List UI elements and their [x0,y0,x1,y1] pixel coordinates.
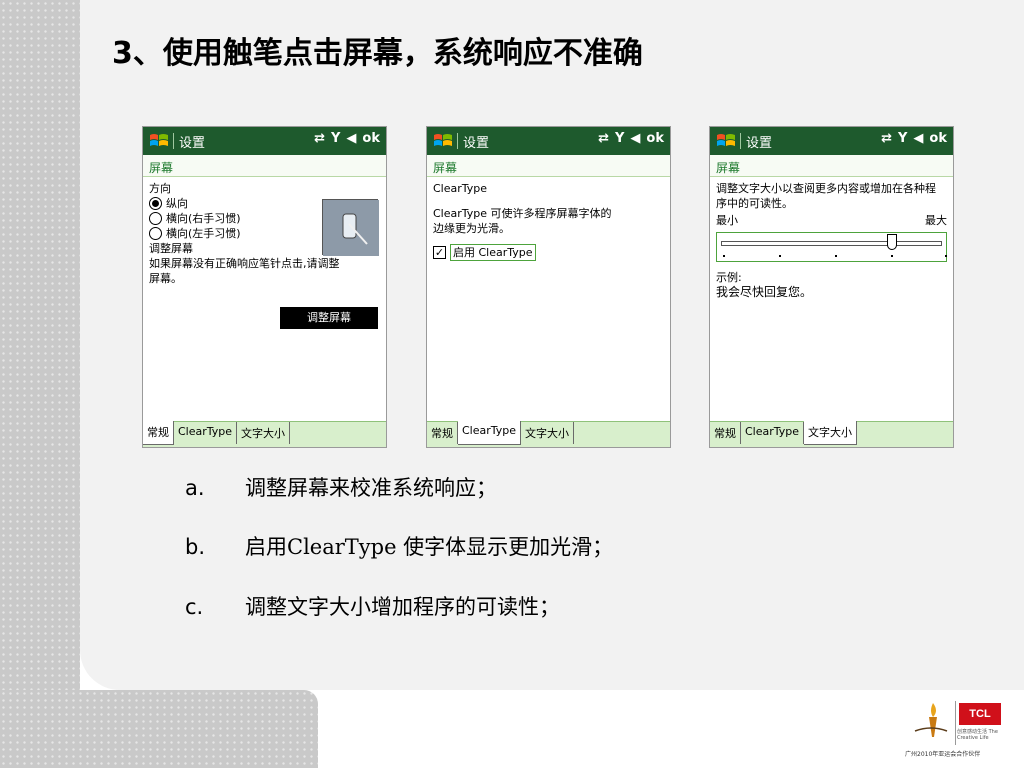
adjust-screen-button[interactable]: 调整屏幕 [280,307,378,329]
status-icons: ⇄ Y ◀ ok [598,131,664,146]
dotted-bottom-strip [0,690,318,768]
status-icons: ⇄ Y ◀ ok [881,131,947,146]
volume-icon[interactable]: ◀ [630,131,640,146]
slider-tick [835,255,837,257]
slider-tick [723,255,725,257]
tcl-tagline: 创意感动生活 The Creative Life [957,729,998,741]
ok-button[interactable]: ok [646,131,664,146]
slider-tick [779,255,781,257]
titlebar-separator [457,133,458,149]
enable-cleartype-checkbox[interactable]: ✓ 启用 ClearType [433,244,664,261]
orientation-label: 方向 [149,182,171,195]
ok-button[interactable]: ok [362,131,380,146]
titlebar: 设置 ⇄ Y ◀ ok [710,127,953,155]
example-label: 示例: [716,271,742,284]
connectivity-icon[interactable]: ⇄ [314,131,325,146]
screen-general: 设置 ⇄ Y ◀ ok 屏幕 方向 纵向 横向(右手习惯) 横向(左手习惯) 调… [142,126,387,448]
tab-text-size[interactable]: 文字大小 [521,422,575,444]
signal-icon[interactable]: Y [331,131,340,146]
dotted-left-strip [0,0,80,768]
tab-text-size[interactable]: 文字大小 [237,422,291,444]
radio-label: 横向(左手习惯) [166,227,241,240]
subhead-screen: 屏幕 [143,155,386,177]
titlebar-separator [173,133,174,149]
slider-tick [891,255,893,257]
titlebar-title: 设置 [179,135,206,151]
radio-icon[interactable] [149,197,162,210]
titlebar: 设置 ⇄ Y ◀ ok [427,127,670,155]
example-text: 我会尽快回复您。 [716,285,813,299]
device-illustration [322,199,379,256]
tab-bar: 常规 ClearType 文字大小 [143,421,386,447]
bullet-item: a. 调整屏幕来校准系统响应； [185,472,497,502]
bullet-text: 启用ClearType 使字体显示更加光滑； [245,535,614,559]
signal-icon[interactable]: Y [615,131,624,146]
asian-games-torch-icon [914,703,948,737]
volume-icon[interactable]: ◀ [346,131,356,146]
cleartype-desc-1: ClearType 可使许多程序屏幕字体的 [433,207,612,220]
slider-track [721,241,942,246]
tcl-logo: TCL [959,703,1001,725]
cleartype-heading: ClearType [433,182,488,195]
windows-logo-icon[interactable] [149,132,169,150]
min-label: 最小 [716,214,738,227]
checkbox-checked-icon[interactable]: ✓ [433,246,446,259]
titlebar-title: 设置 [746,135,773,151]
checkbox-label: 启用 ClearType [450,244,536,261]
signal-icon[interactable]: Y [898,131,907,146]
bullet-text: 调整屏幕来校准系统响应； [245,476,497,500]
align-text-2: 屏幕。 [149,272,182,285]
bullet-item: c. 调整文字大小增加程序的可读性； [185,591,560,621]
titlebar-title: 设置 [463,135,490,151]
windows-logo-icon[interactable] [716,132,736,150]
slide-title: 3、使用触笔点击屏幕，系统响应不准确 [112,36,643,71]
logo-caption: 广州2010年亚运会合作伙伴 [905,751,981,758]
tab-general[interactable]: 常规 [143,421,174,445]
subhead-screen: 屏幕 [427,155,670,177]
ok-button[interactable]: ok [929,131,947,146]
align-text-1: 如果屏幕没有正确响应笔针点击,请调整 [149,257,340,270]
radio-label: 横向(右手习惯) [166,212,241,225]
screen-text-size: 设置 ⇄ Y ◀ ok 屏幕 调整文字大小以查阅更多内容或增加在各种程 序中的可… [709,126,954,448]
bullet-label: b. [185,535,206,559]
windows-logo-icon[interactable] [433,132,453,150]
tab-cleartype[interactable]: ClearType [741,422,805,444]
tab-bar: 常规 ClearType 文字大小 [427,421,670,447]
slider-thumb[interactable] [887,234,897,250]
content: 调整文字大小以查阅更多内容或增加在各种程 序中的可读性。 最小 最大 示例: 我… [710,177,953,304]
tab-cleartype[interactable]: ClearType [458,421,522,445]
titlebar: 设置 ⇄ Y ◀ ok [143,127,386,155]
logo-divider [955,701,956,745]
sponsor-logo: TCL 创意感动生活 The Creative Life 广州2010年亚运会合… [905,697,1005,762]
subhead-screen: 屏幕 [710,155,953,177]
text-size-desc-2: 序中的可读性。 [716,197,793,210]
tab-bar: 常规 ClearType 文字大小 [710,421,953,447]
tab-cleartype[interactable]: ClearType [174,422,238,444]
content: ClearType ClearType 可使许多程序屏幕字体的 边缘更为光滑。 … [427,177,670,265]
slider-tick [945,255,947,257]
radio-icon[interactable] [149,212,162,225]
tab-general[interactable]: 常规 [710,422,741,444]
bullet-text: 调整文字大小增加程序的可读性； [245,595,560,619]
radio-label: 纵向 [166,197,188,210]
bullet-label: a. [185,476,205,500]
screen-cleartype: 设置 ⇄ Y ◀ ok 屏幕 ClearType ClearType 可使许多程… [426,126,671,448]
radio-icon[interactable] [149,227,162,240]
status-icons: ⇄ Y ◀ ok [314,131,380,146]
titlebar-separator [740,133,741,149]
connectivity-icon[interactable]: ⇄ [881,131,892,146]
max-label: 最大 [925,214,947,227]
bullet-item: b. 启用ClearType 使字体显示更加光滑； [185,531,613,561]
cleartype-desc-2: 边缘更为光滑。 [433,222,510,235]
bullet-label: c. [185,595,204,619]
connectivity-icon[interactable]: ⇄ [598,131,609,146]
phone-stylus-icon [323,200,379,256]
text-size-slider[interactable] [716,232,947,262]
tab-general[interactable]: 常规 [427,422,458,444]
text-size-desc-1: 调整文字大小以查阅更多内容或增加在各种程 [716,182,936,195]
tab-text-size[interactable]: 文字大小 [804,421,858,445]
volume-icon[interactable]: ◀ [913,131,923,146]
